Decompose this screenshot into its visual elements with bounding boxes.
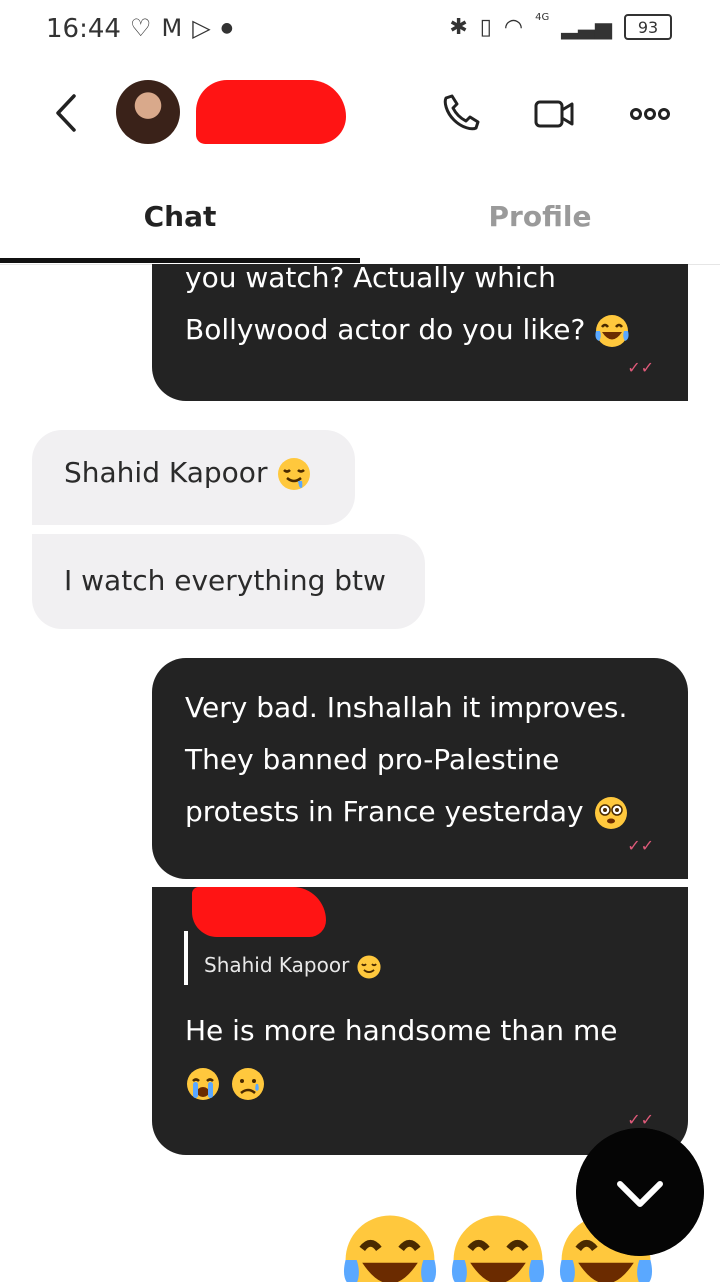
vibrate-icon: ▯: [479, 14, 492, 40]
reply-sender-redaction: [192, 887, 326, 937]
bluetooth-icon: ✱: [449, 14, 468, 40]
dot-icon: ●: [220, 20, 233, 36]
message-bubble-incoming[interactable]: Shahid Kapoor: [32, 430, 355, 525]
message-bubble-incoming[interactable]: I watch everything btw: [32, 534, 425, 629]
scroll-to-bottom-button[interactable]: [576, 1128, 704, 1256]
message-line: protests in France yesterday: [185, 795, 584, 828]
message-bubble-outgoing[interactable]: Very bad. Inshallah it improves. They ba…: [152, 658, 688, 879]
read-ticks-icon: ✓✓: [627, 358, 654, 377]
reply-preview[interactable]: Shahid Kapoor: [204, 953, 382, 980]
message-text: Shahid Kapoor: [64, 456, 268, 489]
flushed-emoji-icon: [594, 797, 627, 829]
more-icon[interactable]: [628, 92, 672, 136]
heart-icon: ♡: [130, 14, 152, 42]
laugh-tears-emoji-icon: [343, 1215, 437, 1282]
sad-tear-emoji-icon: [231, 1068, 264, 1100]
message-line: Very bad. Inshallah it improves.: [185, 691, 628, 724]
tab-chat[interactable]: Chat: [0, 200, 360, 233]
message-line: He is more handsome than me: [185, 1014, 618, 1047]
chat-thread[interactable]: you watch? Actually which Bollywood acto…: [0, 264, 720, 1282]
reply-preview-text: Shahid Kapoor: [204, 953, 350, 977]
message-text: I watch everything btw: [64, 564, 386, 597]
laugh-tears-emoji-icon: [451, 1215, 545, 1282]
message-line: Bollywood actor do you like?: [185, 313, 586, 346]
network-label: 4G: [535, 11, 550, 23]
message-bubble-outgoing-reply[interactable]: Shahid Kapoor He is more handsome than m…: [152, 887, 688, 1155]
message-line: you watch? Actually which: [185, 264, 556, 294]
wifi-icon: ◠: [503, 14, 524, 40]
tab-bar: Chat Profile: [0, 180, 720, 265]
play-icon: ▷: [192, 14, 211, 42]
name-redaction: [196, 80, 346, 144]
phone-icon[interactable]: [438, 92, 482, 136]
crying-emoji-icon: [187, 1068, 219, 1100]
signal-icon: ▂▃▅: [561, 14, 612, 40]
message-line: They banned pro-Palestine: [185, 743, 560, 776]
avatar[interactable]: [116, 80, 180, 144]
video-icon[interactable]: [532, 92, 576, 136]
tab-profile[interactable]: Profile: [360, 200, 720, 233]
gmail-icon: M: [161, 14, 183, 42]
status-time: 16:44: [46, 14, 121, 44]
battery-icon: 93: [624, 14, 672, 40]
read-ticks-icon: ✓✓: [627, 1110, 654, 1129]
chat-header: [0, 58, 720, 168]
reply-quote-bar: [184, 931, 188, 985]
active-tab-indicator: [0, 258, 360, 263]
drool-emoji-icon: [278, 458, 311, 490]
message-bubble-outgoing[interactable]: you watch? Actually which Bollywood acto…: [152, 264, 688, 401]
laugh-tears-emoji-icon: [595, 315, 629, 347]
status-bar: 16:44 ♡ M ▷ ● ✱ ▯ ◠ 4G ▂▃▅ 93: [0, 0, 720, 58]
back-icon[interactable]: [48, 88, 88, 138]
read-ticks-icon: ✓✓: [627, 836, 654, 855]
drool-emoji-icon: [357, 954, 381, 979]
